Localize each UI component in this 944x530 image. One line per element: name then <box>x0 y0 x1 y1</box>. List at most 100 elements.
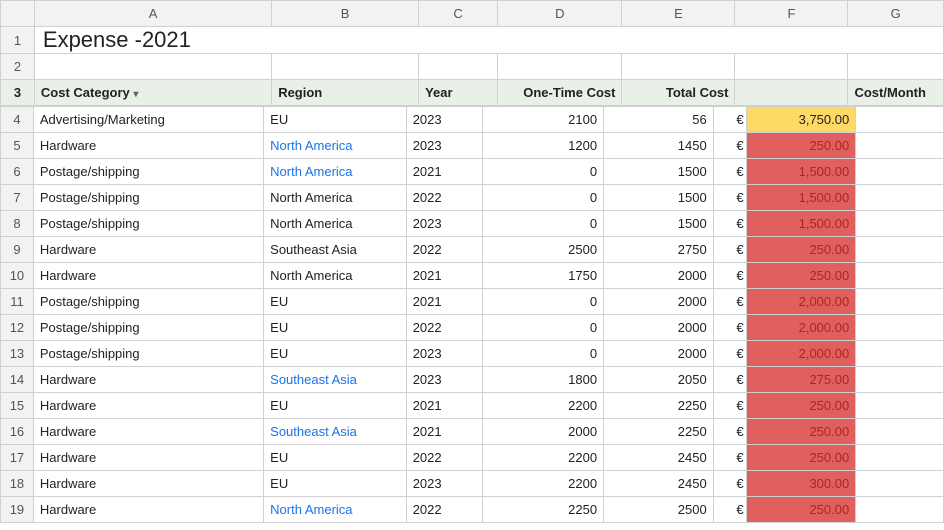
region-cell: North America <box>264 263 407 289</box>
category-cell: Postage/shipping <box>33 315 263 341</box>
cost-month-cell[interactable]: 2,000.00 <box>746 341 856 367</box>
year-cell: 2022 <box>406 497 483 523</box>
one-time-cost-cell: 0 <box>483 289 604 315</box>
table-row: 16 Hardware Southeast Asia 2021 2000 225… <box>1 419 944 445</box>
year-cell: 2022 <box>406 315 483 341</box>
region-cell[interactable]: North America <box>264 159 407 185</box>
header-one-time-cost[interactable]: One-Time Cost <box>498 80 622 106</box>
row-num-9: 9 <box>1 237 34 263</box>
region-link[interactable]: North America <box>270 138 352 153</box>
euro-symbol: € <box>713 341 746 367</box>
year-cell: 2023 <box>406 471 483 497</box>
region-cell: EU <box>264 341 407 367</box>
col-header-g[interactable]: G <box>848 1 944 27</box>
filter-arrow-icon[interactable]: ▾ <box>133 89 138 100</box>
total-cost-cell: 1500 <box>604 159 714 185</box>
euro-symbol: € <box>713 367 746 393</box>
table-row: 17 Hardware EU 2022 2200 2450 € 250.00 <box>1 445 944 471</box>
total-cost-cell: 2000 <box>604 263 714 289</box>
header-year[interactable]: Year <box>419 80 498 106</box>
category-cell: Hardware <box>33 393 263 419</box>
one-time-cost-cell: 1800 <box>483 367 604 393</box>
year-cell: 2021 <box>406 159 483 185</box>
year-cell: 2021 <box>406 289 483 315</box>
one-time-cost-cell: 0 <box>483 341 604 367</box>
header-total-cost[interactable]: Total Cost <box>622 80 735 106</box>
region-link[interactable]: Southeast Asia <box>270 424 357 439</box>
one-time-cost-cell: 2250 <box>483 497 604 523</box>
one-time-cost-cell: 2200 <box>483 393 604 419</box>
row-num-11: 11 <box>1 289 34 315</box>
one-time-cost-cell: 1200 <box>483 133 604 159</box>
year-cell: 2021 <box>406 419 483 445</box>
cost-month-cell[interactable]: 3,750.00 <box>746 107 856 133</box>
one-time-cost-cell: 2000 <box>483 419 604 445</box>
col-header-e[interactable]: E <box>622 1 735 27</box>
region-cell[interactable]: North America <box>264 133 407 159</box>
cost-month-cell[interactable]: 250.00 <box>746 263 856 289</box>
table-row: 19 Hardware North America 2022 2250 2500… <box>1 497 944 523</box>
cost-month-cell[interactable]: 1,500.00 <box>746 185 856 211</box>
cost-month-cell[interactable]: 300.00 <box>746 471 856 497</box>
region-cell: EU <box>264 393 407 419</box>
category-cell: Postage/shipping <box>33 159 263 185</box>
row-num-1: 1 <box>1 27 35 54</box>
cost-month-cell[interactable]: 1,500.00 <box>746 211 856 237</box>
col-header-a[interactable]: A <box>34 1 271 27</box>
cost-month-cell[interactable]: 250.00 <box>746 497 856 523</box>
col-header-b[interactable]: B <box>272 1 419 27</box>
table-row: 13 Postage/shipping EU 2023 0 2000 € 2,0… <box>1 341 944 367</box>
category-cell: Hardware <box>33 367 263 393</box>
col-header-c[interactable]: C <box>419 1 498 27</box>
region-link[interactable]: Southeast Asia <box>270 372 357 387</box>
year-cell: 2022 <box>406 185 483 211</box>
cost-month-cell[interactable]: 275.00 <box>746 367 856 393</box>
table-row: 15 Hardware EU 2021 2200 2250 € 250.00 <box>1 393 944 419</box>
total-cost-cell: 1500 <box>604 211 714 237</box>
cost-month-cell[interactable]: 250.00 <box>746 445 856 471</box>
col-header-f[interactable]: F <box>735 1 848 27</box>
euro-symbol: € <box>713 133 746 159</box>
region-link[interactable]: North America <box>270 164 352 179</box>
category-cell: Postage/shipping <box>33 211 263 237</box>
euro-symbol: € <box>713 211 746 237</box>
row-num-18: 18 <box>1 471 34 497</box>
header-cost-month[interactable]: Cost/Month <box>848 80 944 106</box>
region-cell: North America <box>264 185 407 211</box>
column-header-row: 3 Cost Category ▾ Region Year One-Time C… <box>1 80 944 106</box>
one-time-cost-cell: 2500 <box>483 237 604 263</box>
title-row: 1 Expense -2021 <box>1 27 944 54</box>
region-cell: EU <box>264 445 407 471</box>
row-num-10: 10 <box>1 263 34 289</box>
table-row: 7 Postage/shipping North America 2022 0 … <box>1 185 944 211</box>
one-time-cost-cell: 0 <box>483 211 604 237</box>
category-cell: Postage/shipping <box>33 289 263 315</box>
region-cell[interactable]: North America <box>264 497 407 523</box>
cost-month-cell[interactable]: 250.00 <box>746 393 856 419</box>
region-link[interactable]: North America <box>270 502 352 517</box>
region-cell[interactable]: Southeast Asia <box>264 367 407 393</box>
row-num-12: 12 <box>1 315 34 341</box>
row-num-15: 15 <box>1 393 34 419</box>
col-header-d[interactable]: D <box>498 1 622 27</box>
one-time-cost-cell: 0 <box>483 159 604 185</box>
cost-month-cell[interactable]: 2,000.00 <box>746 289 856 315</box>
spreadsheet-title[interactable]: Expense -2021 <box>34 27 943 54</box>
cost-month-cell[interactable]: 250.00 <box>746 133 856 159</box>
one-time-cost-cell: 0 <box>483 315 604 341</box>
cost-month-cell[interactable]: 250.00 <box>746 237 856 263</box>
total-cost-cell: 2450 <box>604 471 714 497</box>
year-cell: 2023 <box>406 133 483 159</box>
header-cost-category[interactable]: Cost Category ▾ <box>34 80 271 106</box>
cost-month-cell[interactable]: 1,500.00 <box>746 159 856 185</box>
spreadsheet: A B C D E F G 1 Expense -2021 2 <box>0 0 944 530</box>
euro-symbol: € <box>713 237 746 263</box>
header-region[interactable]: Region <box>272 80 419 106</box>
row-num-7: 7 <box>1 185 34 211</box>
region-cell[interactable]: Southeast Asia <box>264 419 407 445</box>
row-num-17: 17 <box>1 445 34 471</box>
row-num-8: 8 <box>1 211 34 237</box>
total-cost-cell: 2500 <box>604 497 714 523</box>
cost-month-cell[interactable]: 250.00 <box>746 419 856 445</box>
cost-month-cell[interactable]: 2,000.00 <box>746 315 856 341</box>
